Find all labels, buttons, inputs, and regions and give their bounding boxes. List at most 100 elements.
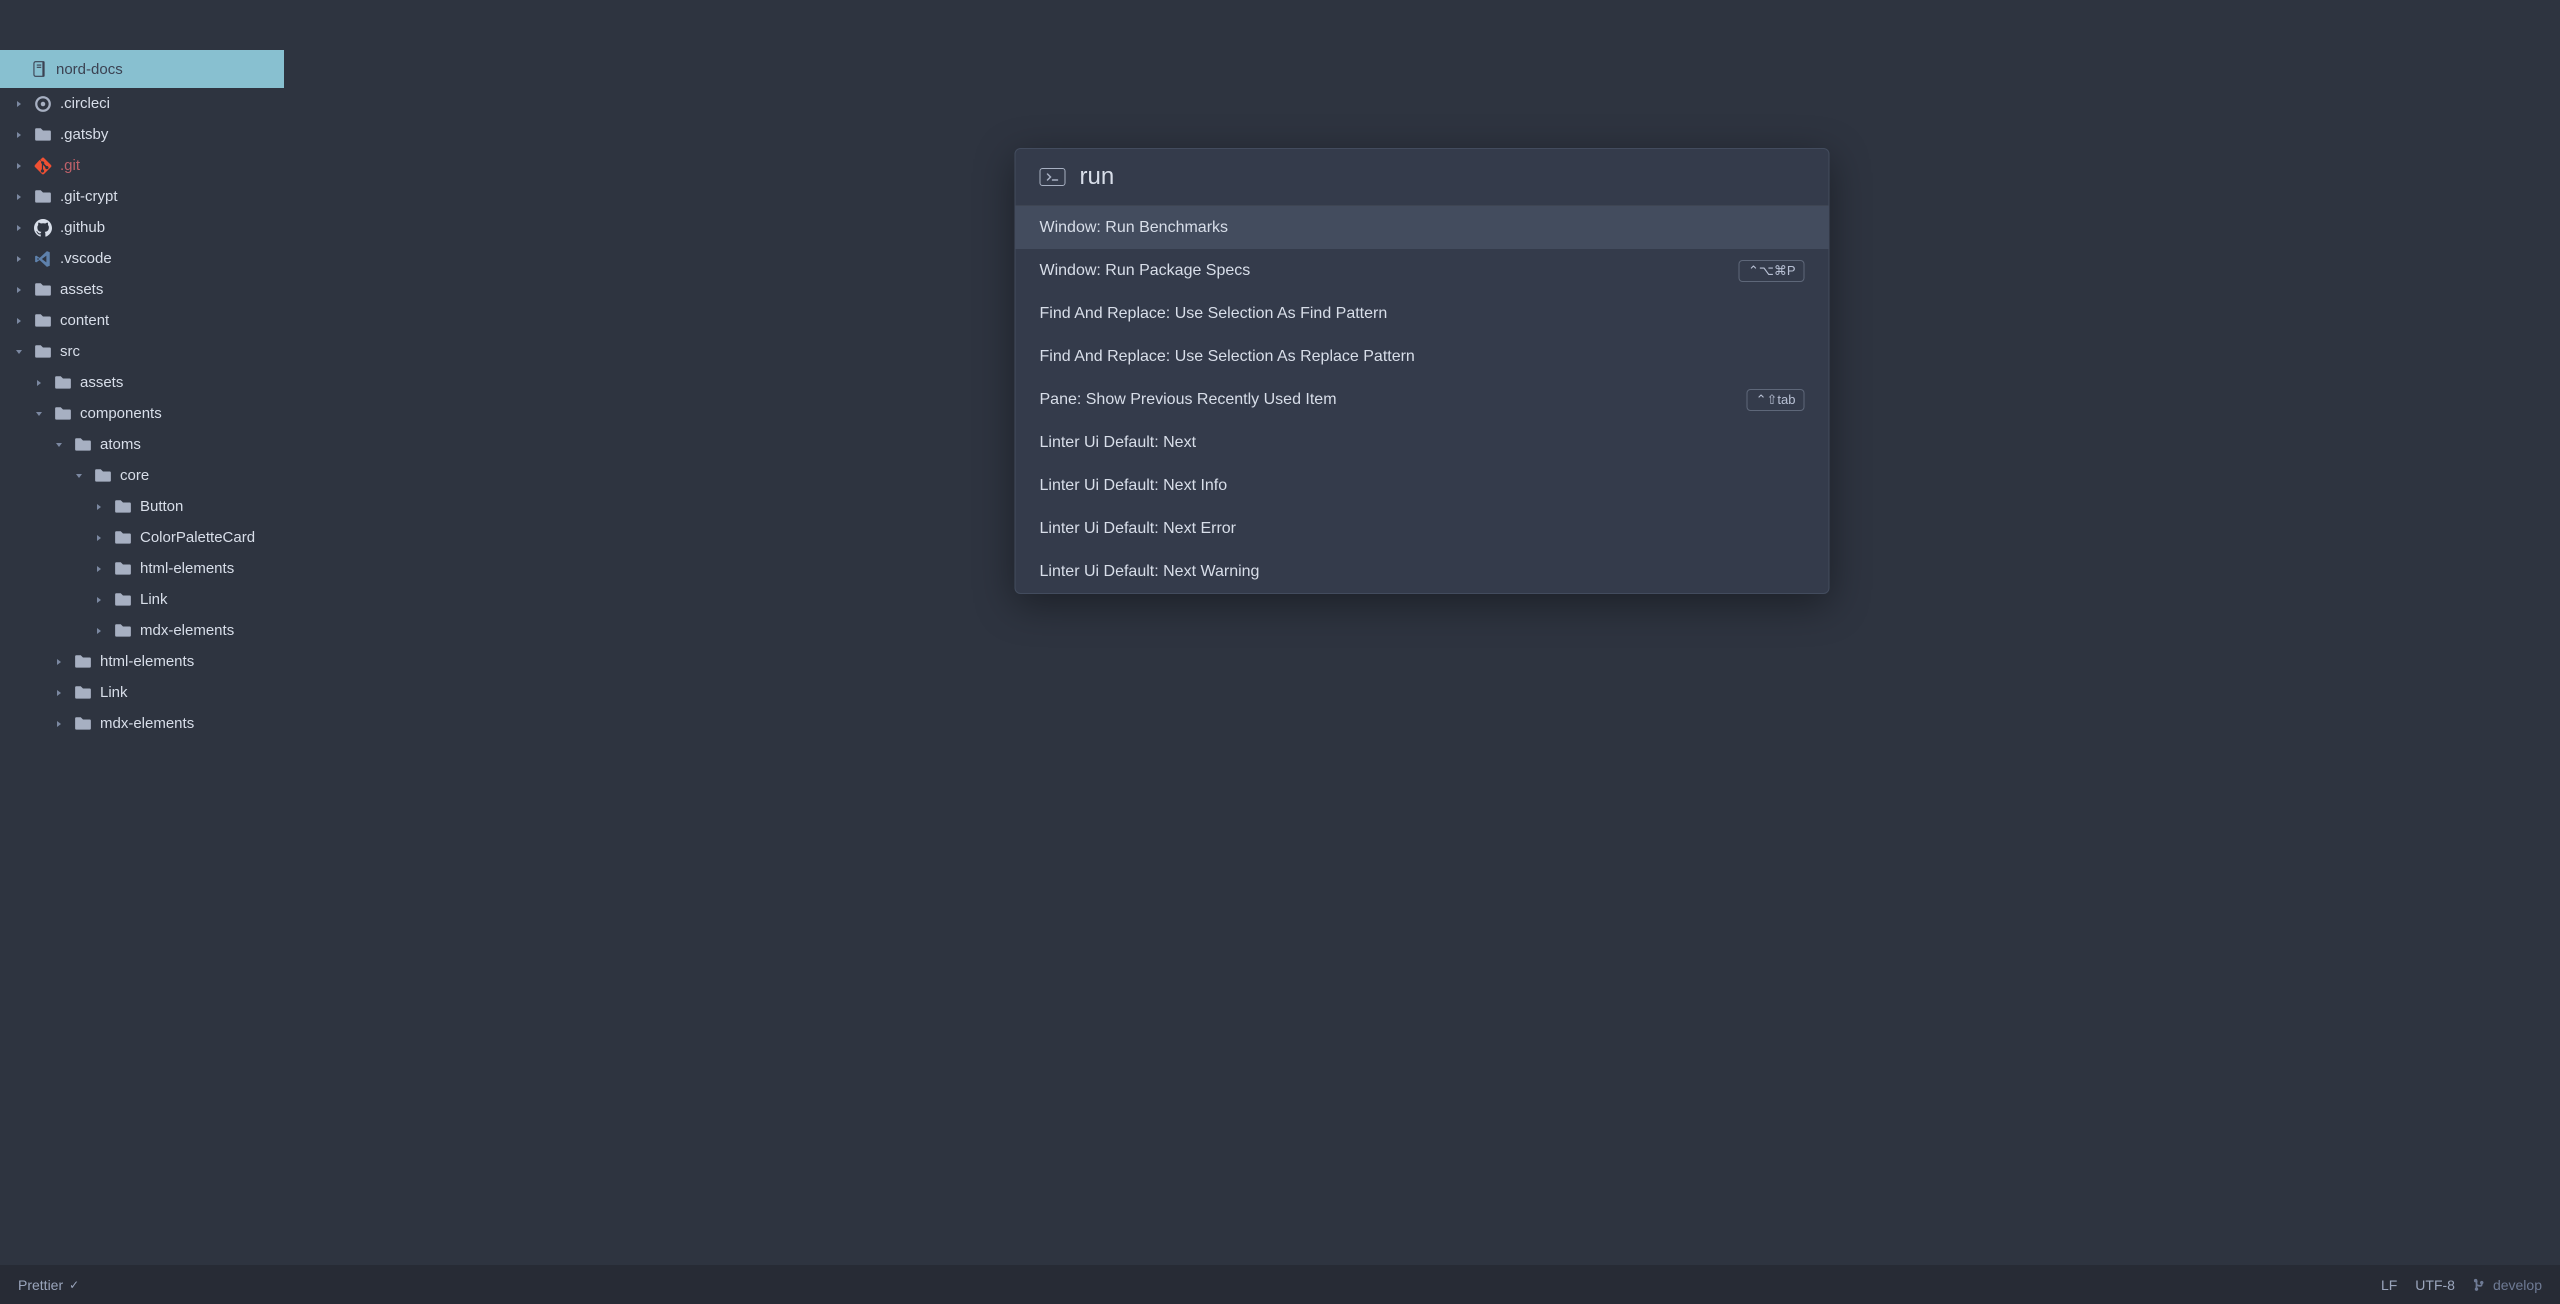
tree-item-colorpalettecard[interactable]: ColorPaletteCard [0, 522, 284, 553]
command-palette-item[interactable]: Pane: Show Previous Recently Used Item⌃⇧… [1016, 378, 1829, 421]
command-palette-item[interactable]: Linter Ui Default: Next Error [1016, 507, 1829, 550]
chevron-down-icon[interactable] [32, 410, 46, 418]
tree-item--github[interactable]: .github [0, 212, 284, 243]
chevron-right-icon[interactable] [12, 193, 26, 201]
command-palette-item[interactable]: Window: Run Benchmarks [1016, 206, 1829, 249]
chevron-right-icon[interactable] [92, 596, 106, 604]
status-prettier[interactable]: Prettier ✓ [18, 1277, 79, 1293]
file-tree-sidebar: › nord-docs .circleci .gatsby .git .git-cry… [0, 50, 284, 1265]
chevron-right-icon[interactable] [32, 379, 46, 387]
chevron-right-icon[interactable] [12, 162, 26, 170]
command-palette-item-label: Window: Run Benchmarks [1040, 219, 1229, 237]
tree-item-label: .github [60, 219, 105, 236]
tree-item--circleci[interactable]: .circleci [0, 88, 284, 119]
tree-item-label: src [60, 343, 80, 360]
tree-item-label: Link [100, 684, 128, 701]
status-branch[interactable]: develop [2473, 1277, 2542, 1293]
command-palette-item-label: Linter Ui Default: Next Info [1040, 477, 1228, 495]
tree-item-mdx-elements[interactable]: mdx-elements [0, 708, 284, 739]
tree-item-label: Link [140, 591, 168, 608]
chevron-down-icon[interactable] [52, 441, 66, 449]
chevron-right-icon[interactable] [12, 224, 26, 232]
command-palette-item-label: Pane: Show Previous Recently Used Item [1040, 391, 1337, 409]
tree-item--gatsby[interactable]: .gatsby [0, 119, 284, 150]
tree-item-link[interactable]: Link [0, 584, 284, 615]
tree-item-html-elements[interactable]: html-elements [0, 553, 284, 584]
command-palette-item-label: Linter Ui Default: Next Error [1040, 520, 1237, 538]
command-palette-input[interactable] [1080, 163, 1805, 191]
status-line-ending[interactable]: LF [2381, 1277, 2397, 1293]
chevron-right-icon[interactable] [92, 503, 106, 511]
status-prettier-label: Prettier [18, 1277, 63, 1293]
command-palette-item[interactable]: Find And Replace: Use Selection As Find … [1016, 292, 1829, 335]
command-palette-item[interactable]: Linter Ui Default: Next Info [1016, 464, 1829, 507]
tree-item-label: html-elements [100, 653, 194, 670]
folder-icon [34, 188, 52, 206]
tree-item--git-crypt[interactable]: .git-crypt [0, 181, 284, 212]
tree-item-assets[interactable]: assets [0, 274, 284, 305]
command-palette-item-label: Find And Replace: Use Selection As Repla… [1040, 348, 1415, 366]
tree-item-label: core [120, 467, 149, 484]
chevron-down-icon[interactable] [12, 348, 26, 356]
tree-item-label: .gatsby [60, 126, 108, 143]
chevron-right-icon[interactable] [12, 286, 26, 294]
github-icon [34, 219, 52, 237]
status-line-ending-label: LF [2381, 1277, 2397, 1293]
title-bar [0, 0, 2560, 50]
chevron-right-icon[interactable] [12, 131, 26, 139]
tree-item-label: .circleci [60, 95, 110, 112]
folder-icon [54, 405, 72, 423]
tree-item-label: html-elements [140, 560, 234, 577]
folder-icon [74, 715, 92, 733]
chevron-right-icon[interactable] [12, 317, 26, 325]
chevron-right-icon[interactable] [92, 534, 106, 542]
chevron-right-icon[interactable] [52, 689, 66, 697]
command-palette-item[interactable]: Linter Ui Default: Next [1016, 421, 1829, 464]
tree-item--vscode[interactable]: .vscode [0, 243, 284, 274]
chevron-right-icon[interactable] [12, 100, 26, 108]
check-icon: ✓ [69, 1278, 79, 1292]
command-palette-item[interactable]: Window: Run Package Specs⌃⌥⌘P [1016, 249, 1829, 292]
command-palette-item-label: Linter Ui Default: Next [1040, 434, 1197, 452]
git-icon [34, 157, 52, 175]
command-palette-item[interactable]: Linter Ui Default: Next Warning [1016, 550, 1829, 593]
tree-item-assets[interactable]: assets [0, 367, 284, 398]
tree-item-label: atoms [100, 436, 141, 453]
keyboard-shortcut: ⌃⌥⌘P [1739, 260, 1805, 282]
folder-icon [114, 622, 132, 640]
chevron-right-icon[interactable] [92, 627, 106, 635]
tree-item-core[interactable]: core [0, 460, 284, 491]
tree-item-content[interactable]: content [0, 305, 284, 336]
chevron-right-icon[interactable] [92, 565, 106, 573]
folder-icon [34, 126, 52, 144]
tree-item-label: .git-crypt [60, 188, 118, 205]
tree-item-mdx-elements[interactable]: mdx-elements [0, 615, 284, 646]
chevron-right-icon[interactable] [52, 658, 66, 666]
tree-item-atoms[interactable]: atoms [0, 429, 284, 460]
chevron-down-icon[interactable] [72, 472, 86, 480]
chevron-right-icon[interactable] [52, 720, 66, 728]
folder-icon [114, 498, 132, 516]
command-palette-item-label: Find And Replace: Use Selection As Find … [1040, 305, 1388, 323]
tree-item-label: content [60, 312, 109, 329]
tree-item--git[interactable]: .git [0, 150, 284, 181]
folder-icon [114, 560, 132, 578]
status-encoding[interactable]: UTF-8 [2415, 1277, 2455, 1293]
command-palette-list: Window: Run Benchmarks Window: Run Packag… [1016, 206, 1829, 593]
tree-item-link[interactable]: Link [0, 677, 284, 708]
chevron-right-icon[interactable] [12, 255, 26, 263]
project-root[interactable]: › nord-docs [0, 50, 284, 88]
tree-item-label: components [80, 405, 162, 422]
folder-icon [54, 374, 72, 392]
tree-item-components[interactable]: components [0, 398, 284, 429]
tree-item-html-elements[interactable]: html-elements [0, 646, 284, 677]
project-name: nord-docs [56, 61, 123, 78]
command-palette-input-row[interactable] [1016, 149, 1829, 206]
folder-icon [74, 436, 92, 454]
tree-item-src[interactable]: src [0, 336, 284, 367]
tree-item-button[interactable]: Button [0, 491, 284, 522]
editor-area: Window: Run Benchmarks Window: Run Packag… [284, 50, 2560, 1265]
folder-icon [34, 281, 52, 299]
vscode-icon [34, 250, 52, 268]
command-palette-item[interactable]: Find And Replace: Use Selection As Repla… [1016, 335, 1829, 378]
